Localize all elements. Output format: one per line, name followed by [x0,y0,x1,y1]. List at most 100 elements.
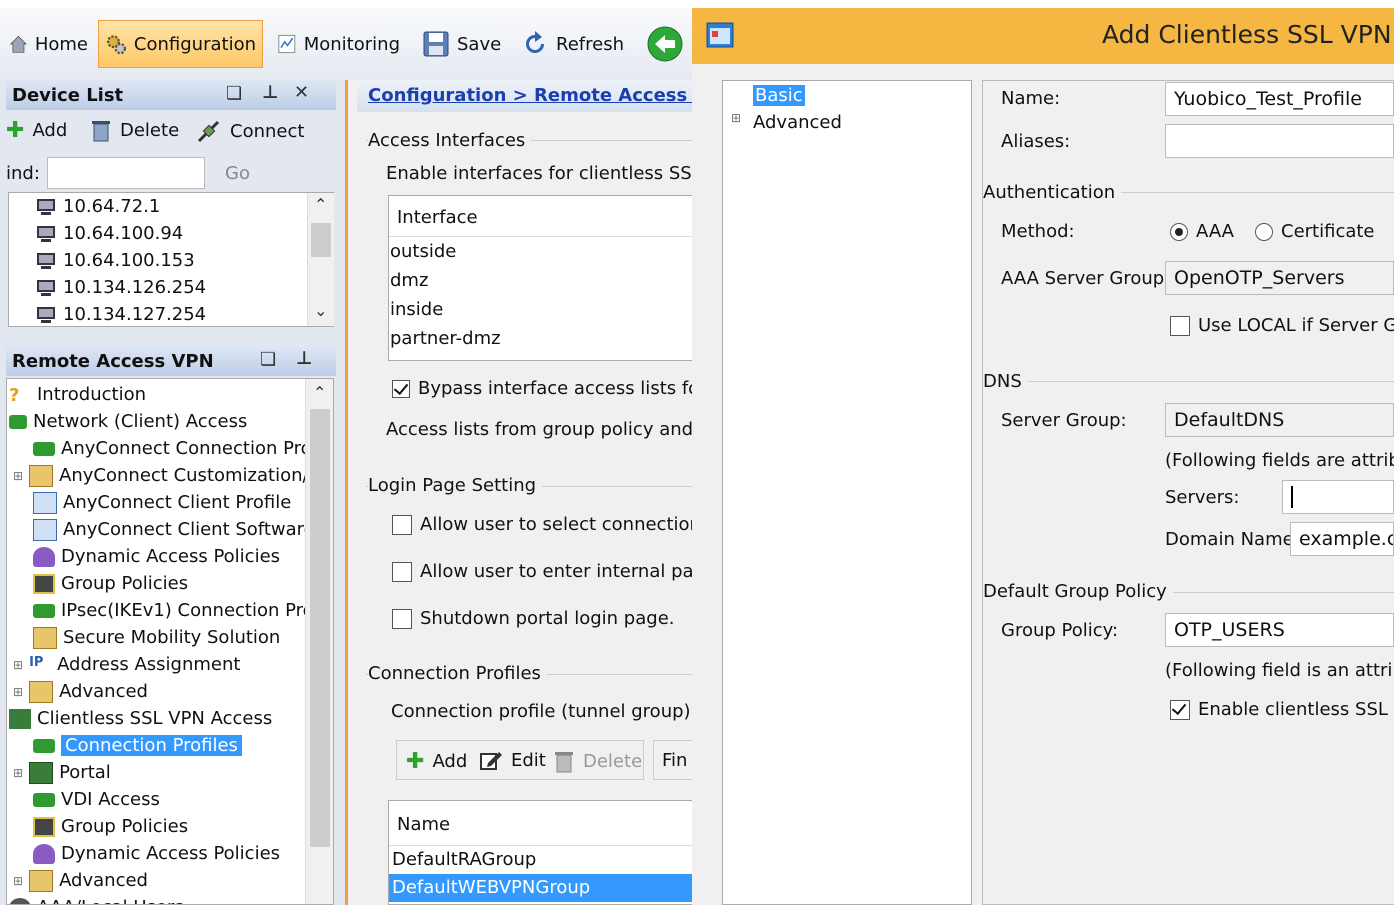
shutdown-row[interactable]: Shutdown portal login page. [392,608,675,629]
save-icon [423,31,449,57]
profile-delete-button[interactable]: Delete [553,749,642,773]
refresh-button[interactable]: Refresh [514,20,634,68]
scroll-up-icon[interactable]: ⌃ [314,195,327,214]
scroll-thumb[interactable] [310,409,330,847]
device-connect-button[interactable]: Connect [196,118,304,144]
method-aaa-label: AAA [1196,221,1234,242]
tree-item-connection-profiles[interactable]: Connection Profiles [33,732,242,759]
method-certificate-radio-row[interactable]: Certificate [1255,221,1375,242]
device-find-input[interactable] [47,157,205,189]
scroll-down-icon[interactable]: ⌄ [314,301,327,320]
tree-item-aaa-local-users[interactable]: AAA/Local Users [9,894,184,904]
tree-item-anyconnect-customization[interactable]: ⊞ AnyConnect Customization/Lc [13,462,329,489]
device-item[interactable]: 10.64.100.94 [35,220,183,247]
tree-item-anyconnect-client-software[interactable]: AnyConnect Client Software [33,516,315,543]
back-button[interactable] [640,20,690,68]
bypass-checkbox[interactable] [392,379,410,398]
name-column-header[interactable]: Name [397,814,450,835]
allow-select-row[interactable]: Allow user to select connection pr [392,514,725,535]
expand-icon[interactable]: ⊞ [13,469,23,483]
home-button[interactable]: Home [2,20,94,68]
tree-item-advanced[interactable]: ⊞ Advanced [13,678,148,705]
restore-icon[interactable]: ❏ [260,349,276,370]
enable-interfaces-text: Enable interfaces for clientless SSL VP [386,163,731,184]
tree-item-secure-mobility[interactable]: Secure Mobility Solution [33,624,280,651]
breadcrumb[interactable]: Configuration > Remote Access VI [368,85,714,106]
device-tree-scrollbar[interactable]: ⌃ ⌄ [307,193,334,326]
enable-clientless-row[interactable]: Enable clientless SSL V [1170,699,1394,720]
tree-item-anyconnect-connection[interactable]: AnyConnect Connection Profi [33,435,323,462]
nav-basic[interactable]: Basic [753,85,805,106]
expand-icon[interactable]: ⊞ [13,658,23,672]
profile-add-button[interactable]: ✚ Add [406,749,467,774]
save-button[interactable]: Save [415,20,511,68]
interface-row[interactable]: dmz [390,270,428,291]
use-local-row[interactable]: Use LOCAL if Server G [1170,315,1394,336]
interface-column-header[interactable]: Interface [397,207,478,228]
scroll-up-icon[interactable]: ⌃ [313,383,326,402]
device-delete-button[interactable]: Delete [90,118,179,142]
remote-access-scrollbar[interactable]: ⌃ [305,379,333,904]
computer-icon [37,225,55,242]
scroll-thumb[interactable] [311,223,331,257]
tree-item-group-policies-2[interactable]: Group Policies [33,813,188,840]
device-add-button[interactable]: ✚ Add [6,118,67,143]
expand-icon[interactable]: ⊞ [13,766,23,780]
pin-icon[interactable]: ⊥ [296,348,312,369]
tree-item-clientless-ssl[interactable]: Clientless SSL VPN Access [9,705,272,732]
shutdown-checkbox[interactable] [392,608,412,629]
method-certificate-radio[interactable] [1255,222,1273,241]
find-button[interactable]: Fin [662,750,687,771]
pin-icon[interactable]: ⊥ [262,82,278,103]
tree-item-network-client-access[interactable]: Network (Client) Access [9,408,247,435]
tree-item-dynamic-access-policies[interactable]: Dynamic Access Policies [33,543,280,570]
monitoring-button[interactable]: Monitoring [270,20,406,68]
close-icon[interactable]: ✕ [294,82,309,103]
device-item[interactable]: 10.134.126.254 [35,274,206,301]
profile-edit-button[interactable]: Edit [479,749,546,771]
restore-icon[interactable]: ❏ [226,83,242,104]
tree-item-anyconnect-client-profile[interactable]: AnyConnect Client Profile [33,489,291,516]
tree-item-ipsec-connection[interactable]: IPsec(IKEv1) Connection Prof [33,597,320,624]
allow-select-checkbox[interactable] [392,514,412,535]
group-policy-icon [33,816,55,837]
add-icon: ✚ [406,749,425,774]
tree-item-advanced-2[interactable]: ⊞ Advanced [13,867,148,894]
device-item[interactable]: 10.64.100.153 [35,247,195,274]
interface-row[interactable]: inside [390,299,443,320]
go-button[interactable]: Go [225,163,250,184]
tree-item-group-policies[interactable]: Group Policies [33,570,188,597]
expand-icon[interactable]: ⊞ [13,874,23,888]
name-input[interactable]: Yuobico_Test_Profile [1165,82,1394,116]
allow-enter-checkbox[interactable] [392,561,412,582]
following-fields-note: (Following fields are attribu [1165,450,1394,471]
domain-name-input[interactable]: example.c [1290,522,1394,556]
profile-row-selected[interactable]: DefaultWEBVPNGroup [389,874,699,902]
method-aaa-radio-row[interactable]: AAA [1170,221,1234,242]
interface-row[interactable]: outside [390,241,456,262]
interface-row[interactable]: partner-dmz [390,328,501,349]
profile-row[interactable]: DefaultRAGroup [392,849,536,870]
tree-item-introduction[interactable]: ? Introduction [9,381,146,408]
profile-add-label: Add [432,751,468,772]
server-group-select[interactable]: DefaultDNS [1165,403,1394,437]
device-item[interactable]: 10.64.72.1 [35,193,160,220]
servers-input[interactable] [1282,480,1394,514]
aliases-input[interactable] [1165,124,1394,158]
enable-clientless-checkbox[interactable] [1170,699,1190,720]
bypass-checkbox-row[interactable]: Bypass interface access lists for i [392,378,717,399]
tree-item-vdi-access[interactable]: VDI Access [33,786,160,813]
aaa-server-group-select[interactable]: OpenOTP_Servers [1165,261,1394,295]
use-local-checkbox[interactable] [1170,315,1190,336]
allow-enter-row[interactable]: Allow user to enter internal passw [392,561,727,582]
expand-icon[interactable]: ⊞ [13,685,23,699]
device-item[interactable]: 10.134.127.254 [35,301,206,328]
method-aaa-radio[interactable] [1170,222,1188,241]
expand-icon[interactable]: ⊞ [731,111,741,125]
nav-advanced[interactable]: Advanced [753,112,842,133]
group-policy-select[interactable]: OTP_USERS [1165,613,1394,647]
tree-item-address-assignment[interactable]: ⊞ IP Address Assignment [13,651,240,678]
tree-item-portal[interactable]: ⊞ Portal [13,759,111,786]
tree-item-dynamic-access-policies-2[interactable]: Dynamic Access Policies [33,840,280,867]
configuration-button[interactable]: Configuration [98,20,263,68]
